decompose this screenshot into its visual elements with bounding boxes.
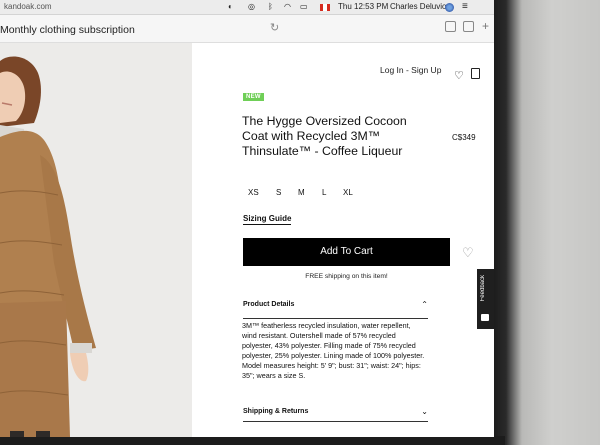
product-title: The Hygge Oversized Cocoon Coat with Rec… [242,114,407,158]
wishlist-heart-icon[interactable]: ♡ [454,69,464,82]
browser-toolbar: Monthly clothing subscription ↻ + [0,15,494,43]
size-option-xs[interactable]: XS [248,188,259,197]
feedback-icon [481,314,489,321]
free-shipping-note: FREE shipping on this item! [305,273,388,280]
device-bezel [492,0,600,445]
canada-flag-icon[interactable] [320,4,330,11]
url-fragment: kandoak.com [4,2,52,11]
shopping-bag-icon[interactable] [471,68,480,79]
product-image[interactable] [0,43,192,437]
siri-icon[interactable] [445,3,454,12]
size-option-s[interactable]: S [276,188,281,197]
save-heart-icon[interactable]: ♡ [462,245,474,261]
wifi-icon[interactable]: ◠ [284,2,291,11]
product-price: C$349 [452,133,476,142]
bluetooth-icon[interactable]: ᛒ [268,2,273,11]
add-to-cart-button[interactable]: Add To Cart [243,238,450,266]
reload-icon[interactable]: ↻ [270,21,279,34]
browser-screen: kandoak.com ◐ ◎ ᛒ ◠ ▭ Thu 12:53 PM Charl… [0,0,494,437]
feedback-tab[interactable]: Feedback [477,269,494,329]
divider [243,318,428,319]
model-in-coat-image [0,56,96,437]
device-bezel-bottom [0,436,505,445]
battery-icon[interactable]: ▭ [300,2,308,11]
user-name[interactable]: Charles Deluvio [390,2,446,11]
mac-menu-bar: kandoak.com ◐ ◎ ᛒ ◠ ▭ Thu 12:53 PM Charl… [0,0,494,15]
size-option-l[interactable]: L [322,188,326,197]
share-icon[interactable] [445,21,456,32]
product-details-heading: Product Details [243,301,295,308]
size-option-xl[interactable]: XL [343,188,353,197]
new-tab-icon[interactable]: + [482,19,489,33]
shipping-returns-toggle[interactable]: Shipping & Returns ⌄ [243,407,428,416]
divider [243,421,428,422]
login-signup-link[interactable]: Log In - Sign Up [380,65,441,75]
product-details-toggle[interactable]: Product Details ⌃ [243,300,428,309]
new-badge: NEW [243,93,264,101]
sizing-guide-link[interactable]: Sizing Guide [243,214,292,225]
menu-list-icon[interactable]: ≡ [462,1,468,12]
clock-time[interactable]: Thu 12:53 PM [338,2,388,11]
chevron-down-icon: ⌄ [421,407,428,416]
feedback-label: Feedback [480,275,486,302]
product-details-text: 3M™ featherless recycled insulation, wat… [242,321,425,380]
shipping-returns-heading: Shipping & Returns [243,408,309,415]
size-option-m[interactable]: M [298,188,305,197]
tabs-icon[interactable] [463,21,474,32]
page-tab-title[interactable]: Monthly clothing subscription [0,24,135,36]
menu-extra-icon[interactable]: ◐ [228,2,233,11]
chevron-up-icon: ⌃ [421,300,428,309]
menu-extra-icon[interactable]: ◎ [248,2,255,11]
product-info-panel: Log In - Sign Up ♡ NEW The Hygge Oversiz… [192,43,494,437]
